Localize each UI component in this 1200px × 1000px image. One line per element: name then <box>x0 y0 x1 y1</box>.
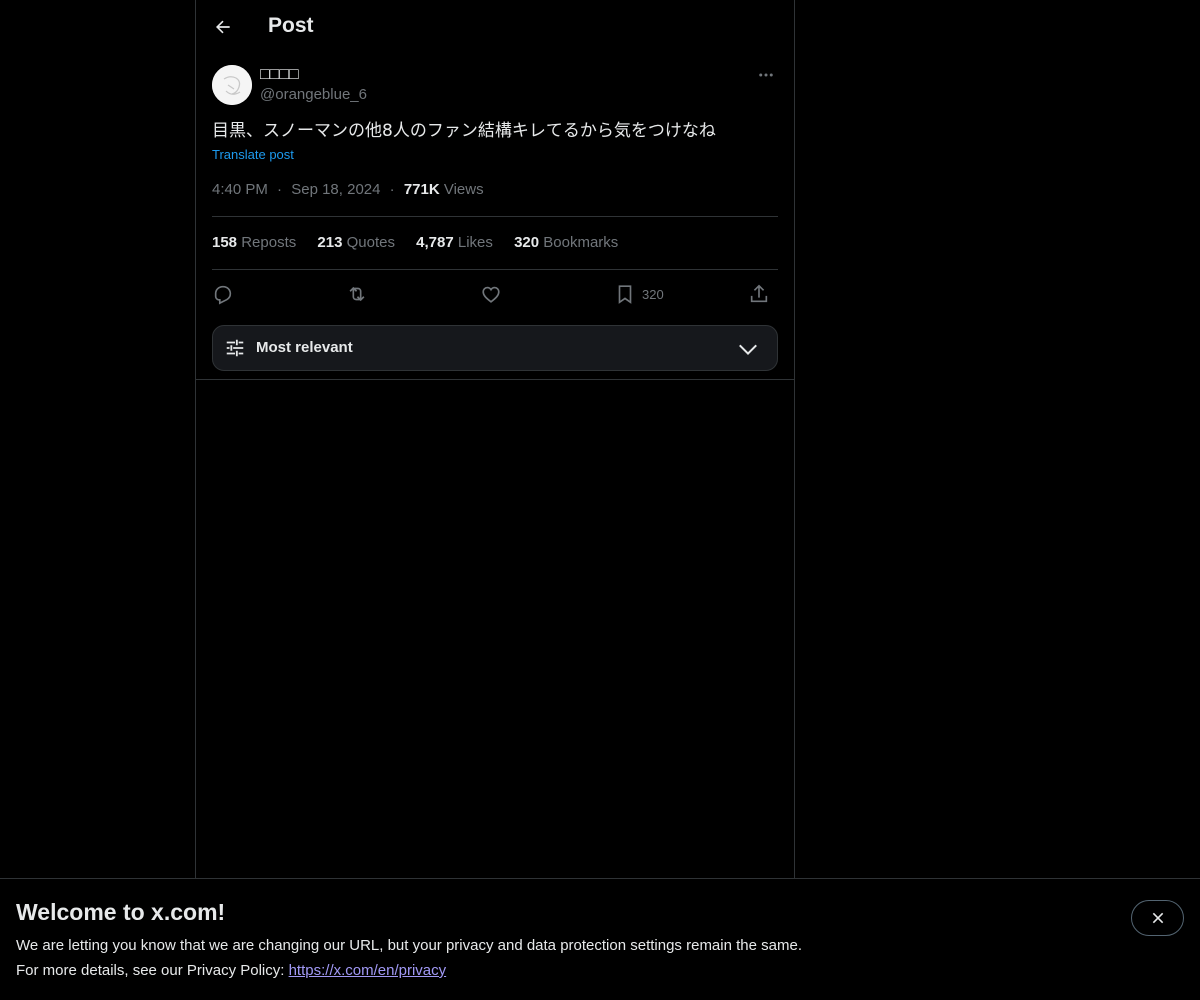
quotes-stat[interactable]: 213 Quotes <box>317 234 395 251</box>
views-label: Views <box>443 181 484 198</box>
back-button[interactable] <box>206 10 240 44</box>
page-title: Post <box>268 14 314 37</box>
main-column: Post □□□□ @orangeblue_6 目黒、スノーマンの他8人のファン… <box>195 0 795 880</box>
reposts-count: 158 <box>212 234 238 251</box>
bookmark-icon <box>618 285 632 304</box>
likes-stat[interactable]: 4,787 Likes <box>416 234 493 251</box>
reposts-label: Reposts <box>241 234 297 251</box>
repost-icon <box>349 286 365 302</box>
post-date[interactable]: Sep 18, 2024 <box>291 181 380 198</box>
bookmarks-label: Bookmarks <box>543 234 619 251</box>
banner-message: We are letting you know that we are chan… <box>16 937 802 954</box>
post-meta: 4:40 PM · Sep 18, 2024 · 771K Views <box>212 181 484 198</box>
bookmarks-stat[interactable]: 320 Bookmarks <box>514 234 618 251</box>
reply-button[interactable] <box>212 280 234 308</box>
divider <box>212 269 778 270</box>
privacy-policy-link[interactable]: https://x.com/en/privacy <box>289 962 447 979</box>
chevron-down-icon <box>739 344 757 356</box>
avatar[interactable] <box>212 65 252 105</box>
heart-icon <box>482 286 500 303</box>
sort-label: Most relevant <box>256 339 353 356</box>
share-button[interactable] <box>748 280 770 308</box>
repost-button[interactable] <box>346 280 368 308</box>
banner-title: Welcome to x.com! <box>16 899 226 925</box>
banner-privacy-prefix: For more details, see our Privacy Policy… <box>16 962 289 979</box>
divider <box>196 379 794 380</box>
bookmark-button[interactable]: 320 <box>614 280 664 308</box>
bookmarks-count: 320 <box>514 234 540 251</box>
post-time[interactable]: 4:40 PM <box>212 181 268 198</box>
banner-privacy-note: For more details, see our Privacy Policy… <box>16 962 446 979</box>
share-icon <box>750 284 768 303</box>
more-options-button[interactable] <box>754 64 778 86</box>
reply-icon <box>214 285 232 305</box>
close-icon <box>1152 912 1163 924</box>
post-text: 目黒、スノーマンの他8人のファン結構キレてるから気をつけなね <box>212 121 716 141</box>
quotes-label: Quotes <box>346 234 395 251</box>
quotes-count: 213 <box>317 234 343 251</box>
views-count: 771K <box>403 181 440 198</box>
author-handle[interactable]: @orangeblue_6 <box>260 86 367 103</box>
separator-dot: · <box>389 181 395 198</box>
post-actions: 320 <box>212 280 778 308</box>
sliders-icon <box>226 339 244 357</box>
likes-label: Likes <box>457 234 493 251</box>
arrow-left-icon <box>216 20 230 34</box>
banner-close-button[interactable] <box>1131 900 1184 936</box>
replies-sort-dropdown[interactable]: Most relevant <box>212 325 778 371</box>
more-horizontal-icon <box>759 73 773 77</box>
post-stats: 158 Reposts 213 Quotes 4,787 Likes 320 B… <box>212 234 635 254</box>
top-bar: Post <box>196 0 794 54</box>
author-display-name[interactable]: □□□□ <box>260 66 299 84</box>
post-author: □□□□ @orangeblue_6 <box>212 64 778 108</box>
welcome-banner: Welcome to x.com! We are letting you kno… <box>0 878 1200 1000</box>
avatar-image <box>212 65 252 105</box>
like-button[interactable] <box>480 280 502 308</box>
translate-post-link[interactable]: Translate post <box>212 147 294 162</box>
reposts-stat[interactable]: 158 Reposts <box>212 234 296 251</box>
divider <box>212 216 778 217</box>
likes-count: 4,787 <box>416 234 454 251</box>
page: Post □□□□ @orangeblue_6 目黒、スノーマンの他8人のファン… <box>0 0 1200 1000</box>
separator-dot: · <box>277 181 283 198</box>
bookmark-count: 320 <box>642 286 664 302</box>
